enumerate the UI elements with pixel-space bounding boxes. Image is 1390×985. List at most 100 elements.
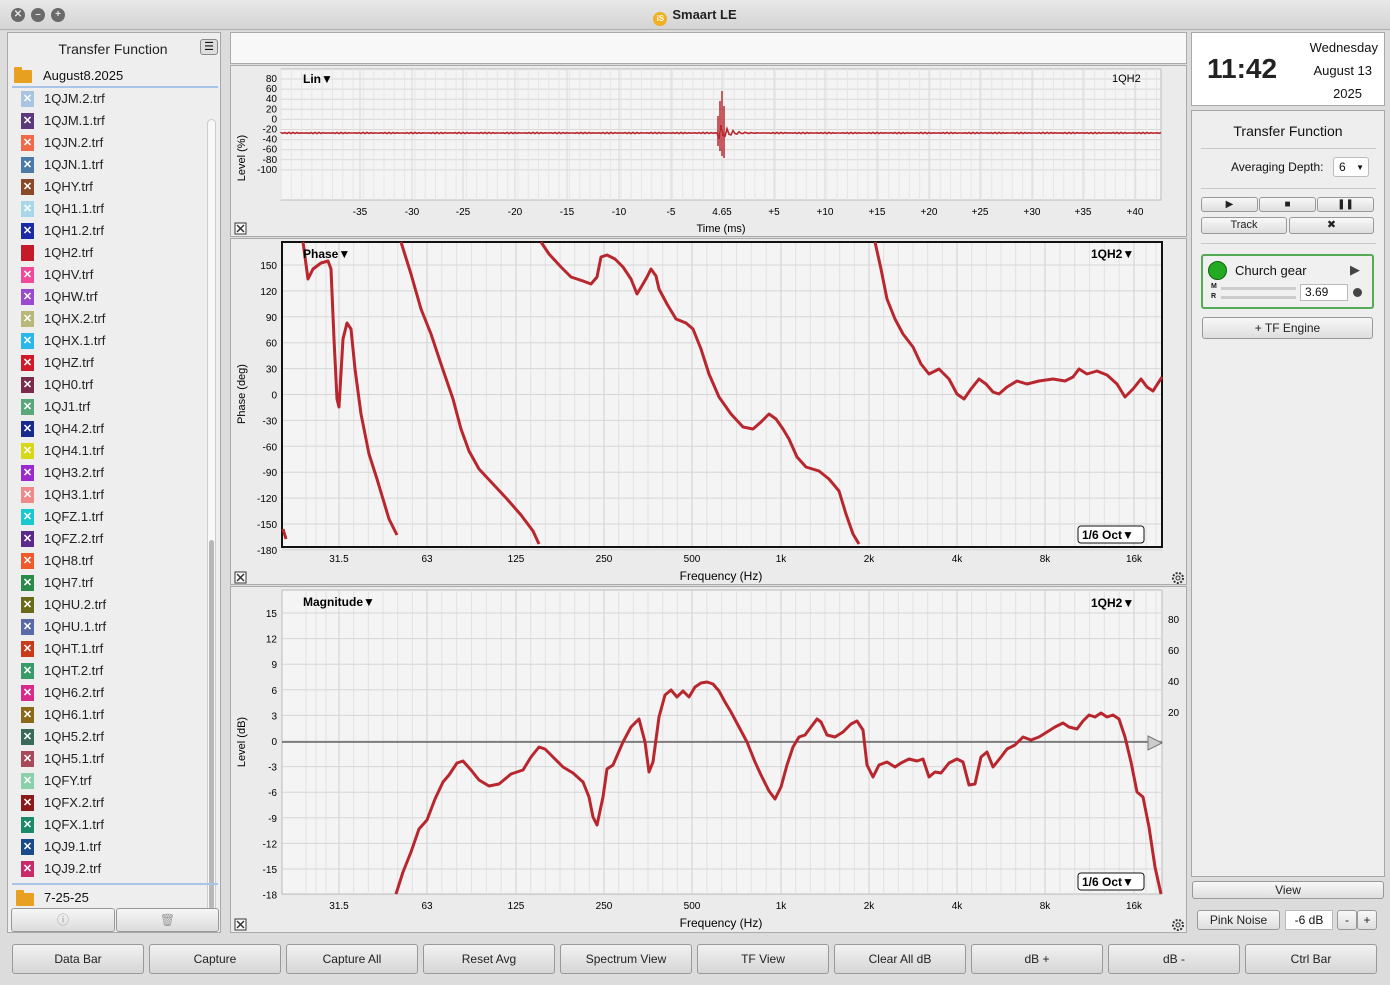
file-item[interactable]: ✕ 1QFZ.2.trf (16, 528, 201, 550)
gear-icon[interactable] (1172, 919, 1184, 931)
averaging-label: Averaging Depth: (1231, 160, 1324, 174)
folder-row-july[interactable]: 7-25-25 (12, 883, 218, 906)
file-item[interactable]: ✕ 1QHU.1.trf (16, 616, 201, 638)
bottom-button-ctrl-bar[interactable]: Ctrl Bar (1245, 944, 1377, 974)
play-engine-icon[interactable]: ▶ (1350, 262, 1360, 278)
x-tick-label: -30 (405, 207, 420, 218)
noise-minus-button[interactable]: - (1337, 910, 1357, 930)
file-item[interactable]: ✕ 1QH0.trf (16, 374, 201, 396)
bottom-button-clear-all-db[interactable]: Clear All dB (834, 944, 966, 974)
file-item[interactable]: ✕ 1QH4.1.trf (16, 440, 201, 462)
file-item[interactable]: ✕ 1QH6.2.trf (16, 682, 201, 704)
pause-button[interactable]: ❚❚ (1317, 197, 1374, 212)
file-item[interactable]: ✕ 1QH3.1.trf (16, 484, 201, 506)
magnitude-mode-label[interactable]: Magnitude▼ (303, 595, 375, 609)
file-item[interactable]: 1QH2.trf (16, 242, 201, 264)
file-item[interactable]: ✕ 1QHX.2.trf (16, 308, 201, 330)
y-tick-label: 60 (266, 339, 278, 350)
file-item[interactable]: ✕ 1QHY.trf (16, 176, 201, 198)
stop-button[interactable]: ■ (1259, 197, 1316, 212)
file-item[interactable]: ✕ 1QJM.1.trf (16, 110, 201, 132)
bottom-button-tf-view[interactable]: TF View (697, 944, 829, 974)
file-item[interactable]: ✕ 1QH5.2.trf (16, 726, 201, 748)
file-item[interactable]: ✕ 1QFX.1.trf (16, 814, 201, 836)
phase-mode-label[interactable]: Phase▼ (303, 247, 350, 261)
pink-noise-button[interactable]: Pink Noise (1197, 910, 1280, 930)
file-item[interactable]: ✕ 1QHT.1.trf (16, 638, 201, 660)
tools-icon[interactable]: ✖ (1289, 217, 1374, 234)
file-item[interactable]: ✕ 1QH1.2.trf (16, 220, 201, 242)
trash-icon[interactable]: 🗑 (116, 908, 219, 932)
scroll-thumb[interactable] (209, 540, 214, 910)
file-item[interactable]: ✕ 1QHW.trf (16, 286, 201, 308)
file-item[interactable]: ✕ 1QJ1.trf (16, 396, 201, 418)
file-item[interactable]: ✕ 1QFY.trf (16, 770, 201, 792)
delay-field[interactable]: 3.69 (1300, 284, 1348, 301)
magnitude-ylabel: Level (dB) (236, 717, 248, 767)
y-tick-label: 90 (266, 313, 278, 324)
magnitude-smoothing-button[interactable]: 1/6 Oct▼ (1077, 872, 1145, 891)
sidebar-scrollbar[interactable] (207, 119, 216, 921)
bottom-button-db[interactable]: dB - (1108, 944, 1240, 974)
file-icon: ✕ (21, 795, 34, 811)
file-icon: ✕ (21, 575, 34, 591)
file-item[interactable]: ✕ 1QH3.2.trf (16, 462, 201, 484)
bottom-button-capture[interactable]: Capture (149, 944, 281, 974)
y-tick-label: 9 (271, 660, 277, 671)
noise-level-field[interactable]: -6 dB (1285, 910, 1333, 930)
bottom-button-spectrum-view[interactable]: Spectrum View (560, 944, 692, 974)
file-item[interactable]: ✕ 1QHZ.trf (16, 352, 201, 374)
file-name: 1QH4.1.trf (44, 443, 104, 458)
view-button[interactable]: View (1192, 881, 1384, 899)
file-icon: ✕ (21, 553, 34, 569)
file-item[interactable]: ✕ 1QFX.2.trf (16, 792, 201, 814)
file-item[interactable]: ✕ 1QHV.trf (16, 264, 201, 286)
close-panel-icon[interactable] (234, 918, 247, 931)
file-item[interactable]: ✕ 1QH6.1.trf (16, 704, 201, 726)
gear-icon[interactable] (1172, 572, 1184, 584)
bottom-button-capture-all[interactable]: Capture All (286, 944, 418, 974)
bottom-button-data-bar[interactable]: Data Bar (12, 944, 144, 974)
file-item[interactable]: ✕ 1QJM.2.trf (16, 88, 201, 110)
close-panel-icon[interactable] (234, 222, 247, 235)
bottom-button-reset-avg[interactable]: Reset Avg (423, 944, 555, 974)
phase-trace-label[interactable]: 1QH2▼ (1091, 247, 1134, 261)
bottom-button-db[interactable]: dB + (971, 944, 1103, 974)
file-item[interactable]: ✕ 1QJ9.2.trf (16, 858, 201, 880)
track-button[interactable]: Track (1201, 217, 1287, 234)
file-item[interactable]: ✕ 1QH8.trf (16, 550, 201, 572)
file-item[interactable]: ✕ 1QH7.trf (16, 572, 201, 594)
phase-smoothing-button[interactable]: 1/6 Oct▼ (1077, 525, 1145, 544)
impulse-mode-label[interactable]: Lin▼ (303, 72, 333, 86)
file-name: 1QHU.2.trf (44, 597, 107, 612)
file-name: 1QH3.2.trf (44, 465, 104, 480)
play-button[interactable]: ▶ (1201, 197, 1258, 212)
file-name: 1QH0.trf (44, 377, 94, 392)
file-item[interactable]: ✕ 1QH4.2.trf (16, 418, 201, 440)
info-button[interactable]: ⓘ (11, 908, 115, 932)
averaging-select[interactable]: 6 ▼ (1333, 157, 1369, 177)
hamburger-menu-icon[interactable]: ☰ (200, 39, 218, 55)
x-tick-label: 63 (421, 554, 433, 565)
add-tf-engine-button[interactable]: + TF Engine (1202, 317, 1373, 339)
file-item[interactable]: ✕ 1QHX.1.trf (16, 330, 201, 352)
file-item[interactable]: ✕ 1QH1.1.trf (16, 198, 201, 220)
file-item[interactable]: ✕ 1QHU.2.trf (16, 594, 201, 616)
file-item[interactable]: ✕ 1QJN.2.trf (16, 132, 201, 154)
noise-plus-button[interactable]: + (1357, 910, 1377, 930)
phase-ylabel: Phase (deg) (236, 364, 248, 424)
record-icon[interactable] (1353, 288, 1362, 297)
tf-engine-card[interactable]: Church gear ▶ M R 3.69 (1201, 254, 1374, 309)
file-item[interactable]: ✕ 1QHT.2.trf (16, 660, 201, 682)
engine-status-icon[interactable] (1208, 261, 1227, 280)
app-logo-icon: iS (653, 12, 668, 26)
magnitude-trace-label[interactable]: 1QH2▼ (1091, 596, 1134, 610)
file-item[interactable]: ✕ 1QJN.1.trf (16, 154, 201, 176)
file-item[interactable]: ✕ 1QJ9.1.trf (16, 836, 201, 858)
close-panel-icon[interactable] (234, 571, 247, 584)
x-tick-label: +10 (817, 207, 834, 218)
file-item[interactable]: ✕ 1QH5.1.trf (16, 748, 201, 770)
file-item[interactable]: ✕ 1QFZ.1.trf (16, 506, 201, 528)
x-tick-label: +20 (921, 207, 938, 218)
folder-row-august[interactable]: August8.2025 (12, 64, 218, 88)
